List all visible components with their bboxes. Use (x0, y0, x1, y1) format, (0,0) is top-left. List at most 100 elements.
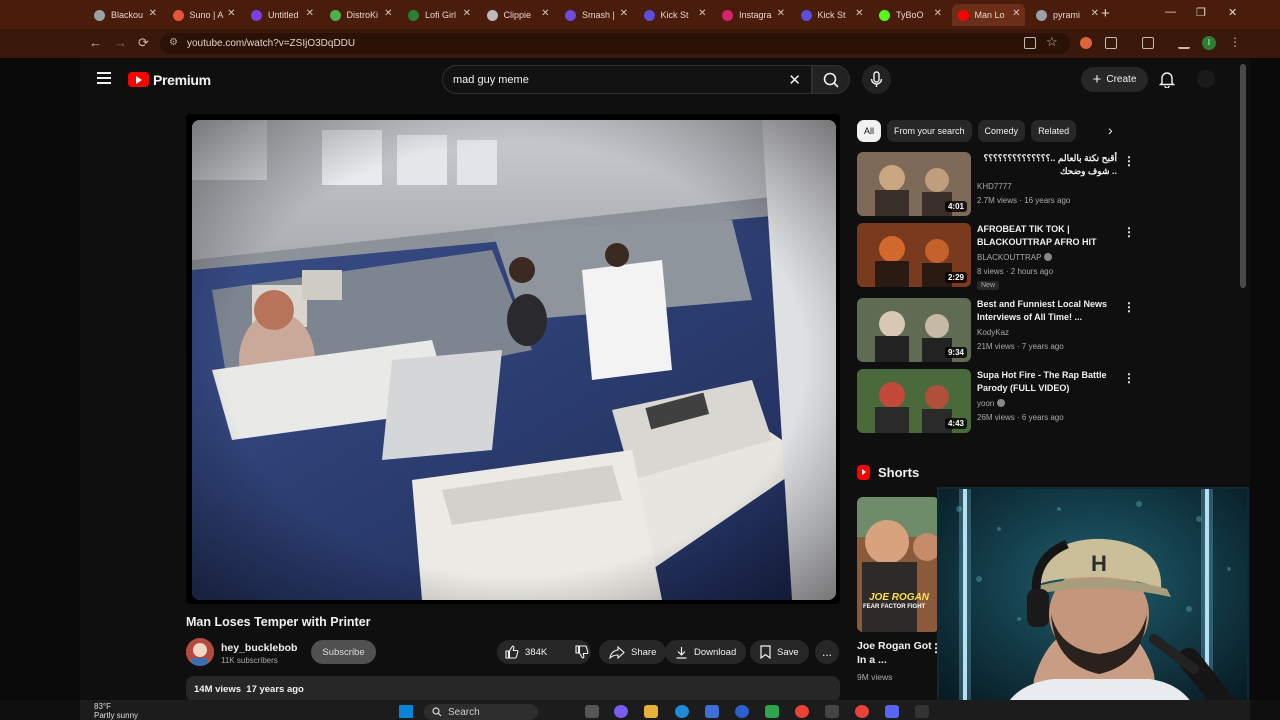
channel-name[interactable]: BLACKOUTTRAP (977, 253, 1053, 262)
side-panel-icon[interactable] (1142, 37, 1154, 49)
tab-close-icon[interactable]: ✕ (1012, 8, 1020, 19)
bookmark-star-icon[interactable]: ☆ (1046, 34, 1058, 50)
tab-close-icon[interactable]: ✕ (541, 8, 549, 19)
download-button[interactable]: Download (665, 640, 747, 664)
channel-avatar[interactable] (186, 638, 214, 666)
browser-tab[interactable]: DistroKi ✕ (324, 4, 397, 26)
tab-close-icon[interactable]: ✕ (934, 8, 942, 19)
file-explorer-icon[interactable] (644, 705, 658, 718)
store-icon[interactable] (705, 705, 719, 718)
channel-name[interactable]: KHD7777 (977, 182, 1012, 191)
tab-close-icon[interactable]: ✕ (384, 8, 392, 19)
youtube-logo-icon[interactable] (128, 72, 149, 87)
tab-close-icon[interactable]: ✕ (149, 8, 157, 19)
create-button[interactable]: + Create (1081, 67, 1148, 92)
video-thumbnail[interactable]: 4:43 (857, 369, 971, 433)
tab-close-icon[interactable]: ✕ (306, 8, 314, 19)
browser-tab[interactable]: Instagra ✕ (716, 4, 789, 26)
more-options-icon[interactable]: ⋮ (1123, 300, 1135, 314)
recommended-video[interactable]: 4:01 أقبح نكتة بالعالم ..؟؟؟؟؟؟؟؟؟؟؟؟؟؟ .… (857, 152, 1137, 216)
browser-tab[interactable]: pyrami ✕ (1030, 4, 1103, 26)
browser-tab[interactable]: Kick St ✕ (638, 4, 711, 26)
short-thumbnail[interactable]: JOE ROGAN FEAR FACTOR FIGHT (857, 497, 939, 632)
channel-name[interactable]: KodyKaz (977, 328, 1009, 337)
discord-icon[interactable] (885, 705, 899, 718)
menu-icon[interactable] (97, 72, 111, 87)
new-tab-button[interactable]: + (1101, 5, 1110, 22)
browser-tab[interactable]: Man Lo ✕ (951, 4, 1025, 26)
video-title[interactable]: Supa Hot Fire - The Rap Battle Parody (F… (977, 369, 1117, 396)
tab-close-icon[interactable]: ✕ (227, 8, 235, 19)
install-app-icon[interactable] (1024, 37, 1036, 49)
channel-name[interactable]: yoon (977, 399, 1006, 408)
chrome-icon[interactable] (795, 705, 809, 718)
restore-button[interactable]: ❐ (1196, 6, 1206, 19)
browser-tab[interactable]: Kick St ✕ (795, 4, 868, 26)
capcut-icon[interactable] (825, 705, 839, 718)
browser-tab[interactable]: TyBoO ✕ (873, 4, 946, 26)
url-bar[interactable]: ⚙ youtube.com/watch?v=ZSIjO3DqDDU (160, 33, 1070, 54)
video-description-box[interactable]: 14M views 17 years ago (186, 676, 840, 702)
extensions-puzzle-icon[interactable] (1105, 37, 1117, 49)
search-button[interactable] (812, 65, 850, 94)
forward-button[interactable]: → (114, 35, 127, 50)
browser-tab[interactable]: Smash | ✕ (559, 4, 632, 26)
notifications-bell-icon[interactable] (1158, 70, 1176, 89)
chrome-profile-icon[interactable] (855, 705, 869, 718)
filter-chip[interactable]: From your search (887, 120, 972, 142)
account-avatar[interactable] (1197, 70, 1215, 88)
extension-icon[interactable] (1080, 37, 1092, 49)
filter-chip[interactable]: All (857, 120, 882, 142)
browser-tab[interactable]: Lofi Girl ✕ (402, 4, 475, 26)
close-window-button[interactable]: ✕ (1228, 6, 1237, 19)
video-title[interactable]: أقبح نكتة بالعالم ..؟؟؟؟؟؟؟؟؟؟؟؟؟؟ .. شو… (977, 152, 1117, 178)
browser-tab[interactable]: Untitled ✕ (245, 4, 318, 26)
more-options-icon[interactable]: ⋮ (1123, 225, 1135, 239)
more-actions-button[interactable]: ... (815, 640, 839, 664)
taskbar-search[interactable]: Search (424, 704, 538, 720)
subscribe-button[interactable]: Subscribe (311, 640, 376, 664)
more-options-icon[interactable]: ⋮ (1123, 371, 1135, 385)
tab-close-icon[interactable]: ✕ (463, 8, 471, 19)
video-title[interactable]: AFROBEAT TIK TOK | BLACKOUTTRAP AFRO HIT (977, 223, 1117, 249)
minimize-button[interactable]: — (1165, 6, 1176, 18)
video-player[interactable] (186, 114, 840, 604)
browser-tab[interactable]: Blackou ✕ (88, 4, 161, 26)
tab-close-icon[interactable]: ✕ (620, 8, 628, 19)
short-title[interactable]: Joe Rogan Got In a ... (857, 639, 937, 667)
youtube-premium-logo[interactable]: Premium (153, 72, 211, 88)
video-title[interactable]: Best and Funniest Local News Interviews … (977, 298, 1117, 324)
share-button[interactable]: Share (599, 640, 667, 664)
tab-close-icon[interactable]: ✕ (698, 8, 706, 19)
app-icon[interactable] (735, 705, 749, 718)
search-input[interactable]: mad guy meme ✕ (442, 65, 812, 94)
page-scrollbar[interactable] (1240, 64, 1246, 288)
back-button[interactable]: ← (89, 35, 102, 50)
tab-close-icon[interactable]: ✕ (777, 8, 785, 19)
obs-icon[interactable] (915, 705, 929, 718)
recommended-video[interactable]: 2:29 AFROBEAT TIK TOK | BLACKOUTTRAP AFRO… (857, 223, 1137, 290)
filter-chip[interactable]: Comedy (977, 120, 1026, 142)
copilot-icon[interactable] (614, 705, 628, 718)
recommended-video[interactable]: 4:43 Supa Hot Fire - The Rap Battle Parod… (857, 369, 1137, 433)
browser-menu-icon[interactable]: ⋮ (1229, 35, 1241, 49)
tab-close-icon[interactable]: ✕ (855, 8, 863, 19)
browser-tab[interactable]: Suno | A ✕ (167, 4, 240, 26)
more-options-icon[interactable]: ⋮ (1123, 154, 1135, 168)
video-thumbnail[interactable]: 9:34 (857, 298, 971, 362)
recommended-video[interactable]: 9:34 Best and Funniest Local News Intervi… (857, 298, 1137, 362)
reload-button[interactable]: ⟳ (138, 35, 149, 51)
video-thumbnail[interactable]: 2:29 (857, 223, 971, 287)
tab-close-icon[interactable]: ✕ (1091, 8, 1099, 19)
filter-chip[interactable]: Related (1031, 120, 1077, 142)
voice-search-button[interactable] (862, 65, 891, 94)
channel-name[interactable]: hey_bucklebob (221, 642, 297, 654)
clear-search-icon[interactable]: ✕ (788, 71, 801, 89)
profile-avatar[interactable]: I (1202, 36, 1216, 50)
save-button[interactable]: Save (750, 640, 809, 664)
chevron-right-icon[interactable]: › (1108, 122, 1113, 138)
browser-tab[interactable]: Clippie ✕ (481, 4, 554, 26)
media-controls-icon[interactable] (1178, 37, 1190, 49)
weather-widget[interactable]: 83°F Partly sunny (94, 702, 138, 720)
site-info-icon[interactable]: ⚙ (169, 37, 178, 48)
